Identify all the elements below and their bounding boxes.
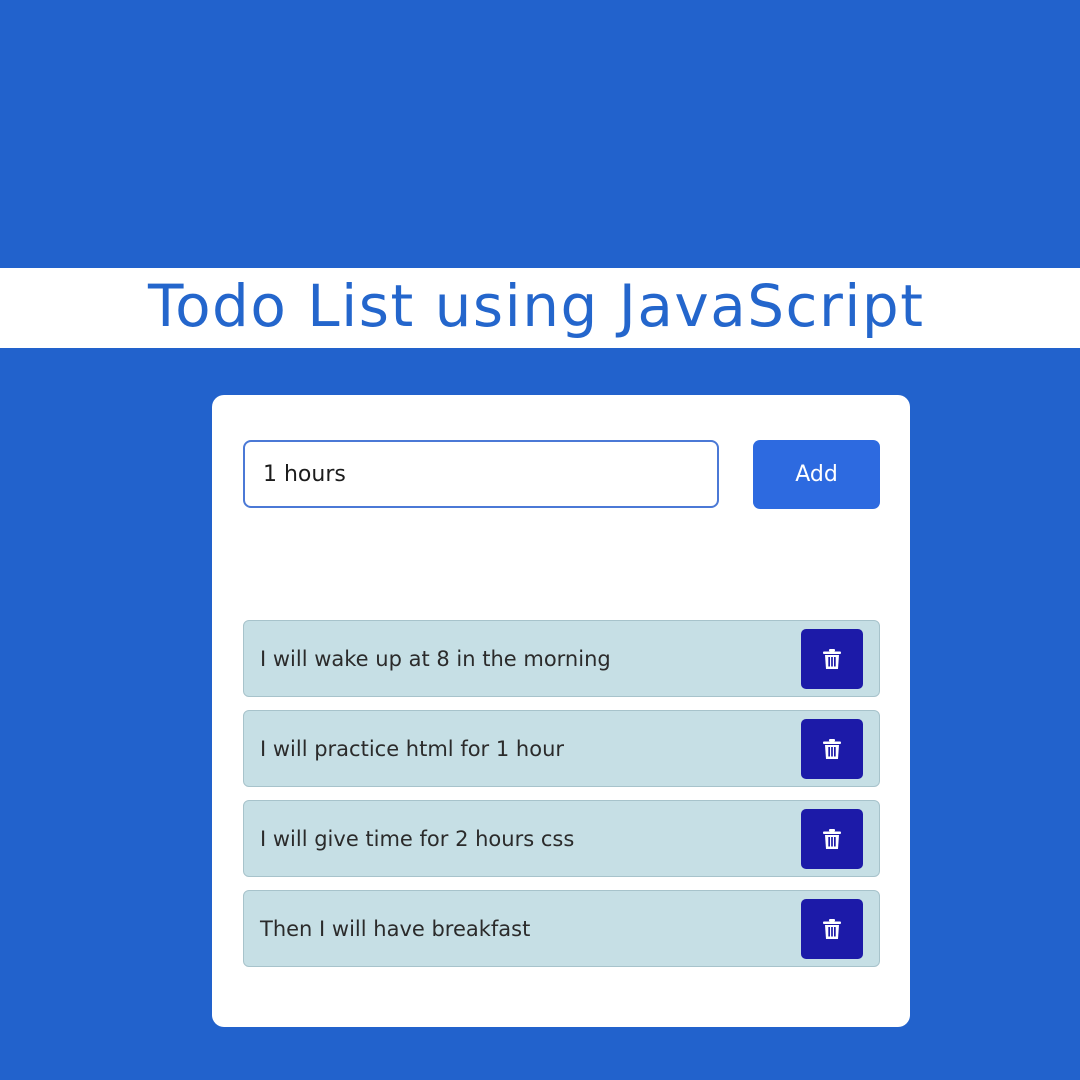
todo-text: Then I will have breakfast — [260, 917, 531, 941]
todo-input[interactable] — [243, 440, 719, 508]
todo-text: I will give time for 2 hours css — [260, 827, 575, 851]
trash-icon — [823, 649, 841, 669]
todo-item: I will practice html for 1 hour — [243, 710, 880, 787]
todo-text: I will wake up at 8 in the morning — [260, 647, 611, 671]
delete-button[interactable] — [801, 809, 863, 869]
delete-button[interactable] — [801, 899, 863, 959]
add-button[interactable]: Add — [753, 440, 880, 509]
delete-button[interactable] — [801, 719, 863, 779]
trash-icon — [823, 919, 841, 939]
todo-text: I will practice html for 1 hour — [260, 737, 565, 761]
todo-card: Add I will wake up at 8 in the morning I… — [212, 395, 910, 1027]
delete-button[interactable] — [801, 629, 863, 689]
todo-item: I will wake up at 8 in the morning — [243, 620, 880, 697]
trash-icon — [823, 829, 841, 849]
todo-item: Then I will have breakfast — [243, 890, 880, 967]
trash-icon — [823, 739, 841, 759]
todo-item: I will give time for 2 hours css — [243, 800, 880, 877]
todo-list: I will wake up at 8 in the morning I wil… — [243, 620, 880, 980]
page-title: Todo List using JavaScript — [148, 272, 925, 340]
title-banner: Todo List using JavaScript — [0, 268, 1080, 348]
